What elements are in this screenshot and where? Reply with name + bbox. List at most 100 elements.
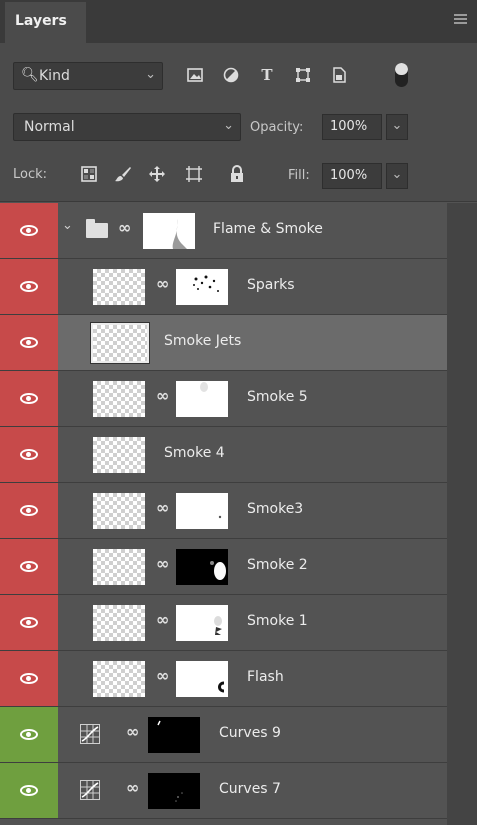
visibility-toggle[interactable] xyxy=(0,707,58,762)
blend-mode-label: Normal xyxy=(24,119,75,135)
visibility-toggle[interactable] xyxy=(0,763,58,818)
blend-mode-select[interactable]: Normal ⌄ xyxy=(13,113,241,141)
layer-row-smoke-jets[interactable]: Smoke Jets xyxy=(0,315,447,371)
link-icon[interactable]: ∞ xyxy=(156,666,169,685)
visibility-toggle[interactable] xyxy=(0,371,58,426)
layer-mask-thumbnail[interactable] xyxy=(176,269,228,305)
layers-scrollbar[interactable] xyxy=(447,203,477,825)
layer-mask-thumbnail[interactable] xyxy=(176,381,228,417)
adjustment-filter-icon[interactable] xyxy=(222,66,240,84)
chevron-down-icon: ⌄ xyxy=(145,67,156,82)
opacity-dropdown-button[interactable]: ⌄ xyxy=(386,114,408,140)
pixel-layer-filter-icon[interactable] xyxy=(186,66,204,84)
layer-thumbnail[interactable] xyxy=(93,437,145,473)
layer-name: Sparks xyxy=(247,277,295,293)
folder-icon xyxy=(86,219,108,238)
visibility-toggle[interactable] xyxy=(0,651,58,706)
link-icon[interactable]: ∞ xyxy=(156,554,169,573)
link-icon[interactable]: ∞ xyxy=(126,722,139,741)
panel-tab-bar: Layers xyxy=(0,0,477,43)
chevron-down-icon: ⌄ xyxy=(223,118,234,133)
link-icon[interactable]: ∞ xyxy=(156,386,169,405)
layer-mask-thumbnail[interactable] xyxy=(176,493,228,529)
layer-row-flash[interactable]: ∞ Flash xyxy=(0,651,447,707)
layer-mask-thumbnail[interactable] xyxy=(148,717,200,753)
layer-row-smoke-4[interactable]: Smoke 4 xyxy=(0,427,447,483)
eye-icon xyxy=(20,673,38,684)
layer-row-sparks[interactable]: ∞ Sparks xyxy=(0,259,447,315)
layer-row-smoke-1[interactable]: ∞ Smoke 1 xyxy=(0,595,447,651)
eye-icon xyxy=(20,337,38,348)
layer-thumbnail[interactable] xyxy=(93,493,145,529)
layer-name: Flame & Smoke xyxy=(213,221,323,237)
layer-mask-thumbnail[interactable] xyxy=(176,661,228,697)
layer-thumbnail[interactable] xyxy=(90,322,150,364)
shape-filter-icon[interactable] xyxy=(294,66,312,84)
layer-mask-thumbnail[interactable] xyxy=(143,213,195,249)
layer-thumbnail[interactable] xyxy=(93,549,145,585)
lock-label: Lock: xyxy=(13,167,48,182)
layer-name: Smoke 2 xyxy=(247,557,308,573)
visibility-toggle[interactable] xyxy=(0,595,58,650)
layer-row-smoke-5[interactable]: ∞ Smoke 5 xyxy=(0,371,447,427)
layer-mask-thumbnail[interactable] xyxy=(176,549,228,585)
filter-row: 🔍︎ Kind ⌄ T xyxy=(0,43,477,102)
layer-row-flame-and-smoke[interactable]: ⌄ ∞ Flame & Smoke xyxy=(0,203,447,259)
eye-icon xyxy=(20,729,38,740)
layers-tab[interactable]: Layers xyxy=(5,2,86,43)
lock-transparent-pixels-icon[interactable] xyxy=(79,164,99,184)
link-icon[interactable]: ∞ xyxy=(118,218,131,237)
lock-row: Lock: Fill: 100% ⌄ xyxy=(0,152,477,202)
layer-name: Smoke 5 xyxy=(247,389,308,405)
lock-all-icon[interactable] xyxy=(227,164,247,184)
eye-icon xyxy=(20,281,38,292)
lock-artboard-icon[interactable] xyxy=(184,164,204,184)
blend-row: Normal ⌄ Opacity: 100% ⌄ xyxy=(0,102,477,152)
layer-thumbnail[interactable] xyxy=(93,605,145,641)
layer-thumbnail[interactable] xyxy=(93,381,145,417)
layer-row-curves-9[interactable]: ∞ Curves 9 xyxy=(0,707,447,763)
fill-label: Fill: xyxy=(288,168,310,183)
filter-kind-select[interactable]: 🔍︎ Kind ⌄ xyxy=(13,62,163,90)
curves-adjustment-icon[interactable] xyxy=(80,724,100,744)
fill-dropdown-button[interactable]: ⌄ xyxy=(386,163,408,189)
lock-image-pixels-brush-icon[interactable] xyxy=(113,164,133,184)
filter-kind-label: Kind xyxy=(39,68,70,84)
layer-name: Smoke 4 xyxy=(164,445,225,461)
lock-position-move-icon[interactable] xyxy=(147,164,167,184)
curves-adjustment-icon[interactable] xyxy=(80,780,100,800)
link-icon[interactable]: ∞ xyxy=(156,610,169,629)
layer-mask-thumbnail[interactable] xyxy=(176,605,228,641)
layer-mask-thumbnail[interactable] xyxy=(148,773,200,809)
layers-tab-label: Layers xyxy=(15,13,67,29)
layer-name: Curves 7 xyxy=(219,781,281,797)
opacity-label: Opacity: xyxy=(250,120,304,135)
link-icon[interactable]: ∞ xyxy=(156,274,169,293)
eye-icon xyxy=(20,617,38,628)
layer-name: Smoke Jets xyxy=(164,333,242,349)
eye-icon xyxy=(20,393,38,404)
filter-toggle-switch[interactable] xyxy=(395,63,408,87)
visibility-toggle[interactable] xyxy=(0,259,58,314)
fill-field[interactable]: 100% xyxy=(322,163,382,189)
visibility-toggle[interactable] xyxy=(0,203,58,258)
visibility-toggle[interactable] xyxy=(0,483,58,538)
type-filter-icon[interactable]: T xyxy=(258,66,276,84)
chevron-down-icon[interactable]: ⌄ xyxy=(62,218,73,233)
layer-name: Curves 9 xyxy=(219,725,281,741)
visibility-toggle[interactable] xyxy=(0,539,58,594)
opacity-field[interactable]: 100% xyxy=(322,114,382,140)
visibility-toggle[interactable] xyxy=(0,315,58,370)
layer-thumbnail[interactable] xyxy=(93,661,145,697)
layer-name: Smoke 1 xyxy=(247,613,308,629)
layer-row-curves-7[interactable]: ∞ Curves 7 xyxy=(0,763,447,819)
link-icon[interactable]: ∞ xyxy=(126,778,139,797)
link-icon[interactable]: ∞ xyxy=(156,498,169,517)
smart-object-filter-icon[interactable] xyxy=(330,66,348,84)
layer-row-smoke-2[interactable]: ∞ Smoke 2 xyxy=(0,539,447,595)
layer-name: Flash xyxy=(247,669,284,685)
layer-thumbnail[interactable] xyxy=(93,269,145,305)
visibility-toggle[interactable] xyxy=(0,427,58,482)
layer-row-smoke3[interactable]: ∞ Smoke3 xyxy=(0,483,447,539)
panel-menu-icon[interactable] xyxy=(454,14,467,24)
